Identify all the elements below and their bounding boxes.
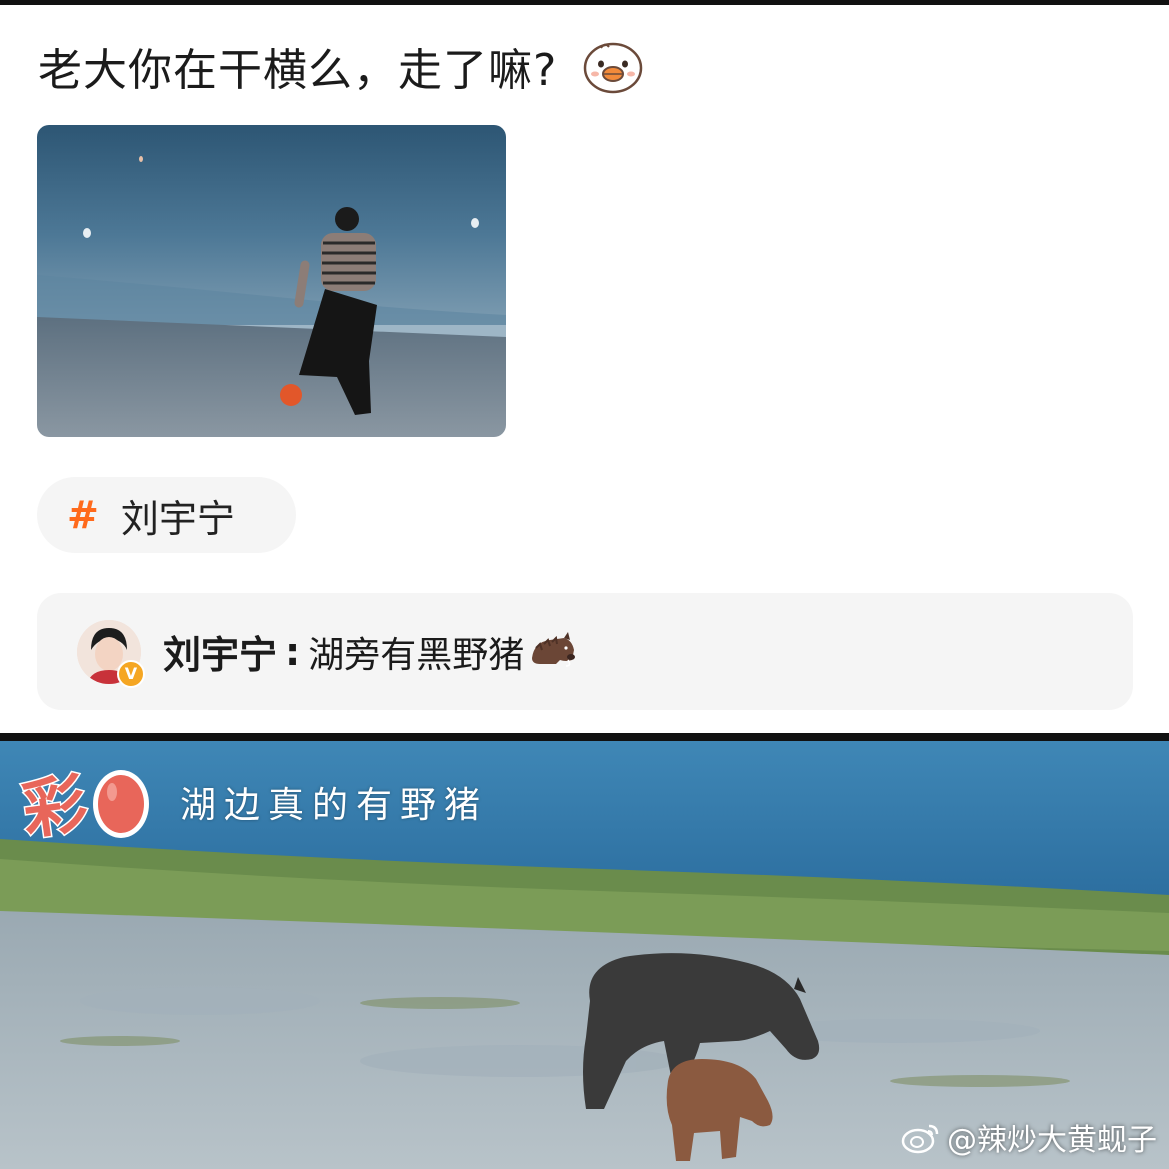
section-divider	[0, 733, 1169, 741]
post-text-row: 老大你在干横么，走了嘛?	[38, 38, 643, 96]
comment-card[interactable]: V 刘宇宁 : 湖旁有黑野猪	[37, 593, 1133, 710]
post-photo[interactable]	[37, 125, 506, 437]
watermark: @辣炒大黄蚬子	[901, 1115, 1157, 1159]
comment-separator: :	[285, 629, 301, 674]
topic-label: 刘宇宁	[120, 496, 235, 541]
lake-photo-illustration	[37, 125, 506, 437]
caption-text: 湖边真的有野猪	[180, 785, 489, 826]
topic-chip[interactable]: # 刘宇宁	[37, 477, 296, 553]
video-caption: 彩 湖边真的有野猪	[16, 752, 489, 852]
verified-v-icon: V	[117, 659, 145, 688]
post-text: 老大你在干横么，走了嘛?	[38, 45, 558, 96]
watermark-text: @辣炒大黄蚬子	[947, 1123, 1157, 1158]
boar-icon	[532, 631, 576, 667]
top-divider	[0, 0, 1169, 5]
caption-title-char: 彩	[16, 764, 93, 850]
duck-face-icon	[584, 42, 643, 94]
comment-text: 湖旁有黑野猪	[308, 634, 525, 676]
egg-icon	[93, 770, 149, 838]
comment-author[interactable]: 刘宇宁	[163, 624, 277, 679]
avatar-container[interactable]: V	[77, 619, 145, 688]
hashtag-icon: #	[67, 493, 99, 537]
weibo-icon	[901, 1124, 939, 1154]
